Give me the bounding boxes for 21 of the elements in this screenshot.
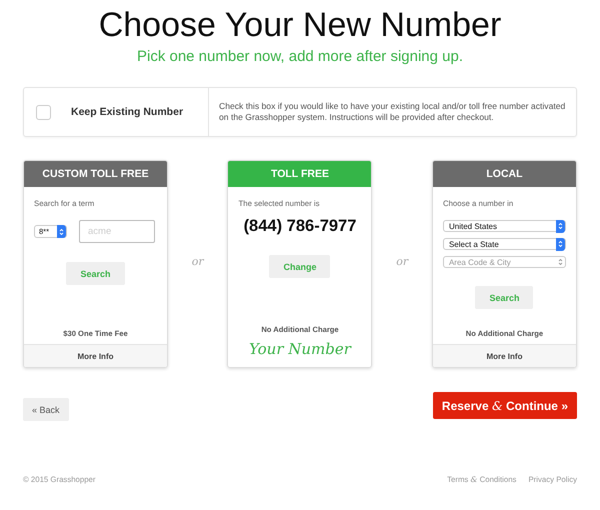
or-separator: or: [192, 255, 204, 268]
description-text: Check this box if you would like to have your existing local and/or toll free number activated on the Grasshopper system. Instructions will be provided after checkout.: [218, 101, 566, 123]
more-info-link[interactable]: More Info: [24, 344, 167, 367]
page-subtitle: Pick one number now, add more after signing up.: [136, 48, 464, 65]
page-title: Choose Your New Number: [98, 6, 502, 44]
dropdown[interactable]: Select a State: [442, 238, 566, 250]
card-header: CUSTOM TOLL FREE: [24, 161, 167, 187]
handwritten-note: Your Number: [248, 340, 352, 360]
stepper-icon: [57, 225, 66, 238]
checkbox-label: Keep Existing Number: [71, 106, 184, 118]
continue-button[interactable]: Reserve & Continue »: [432, 392, 577, 419]
card-header: TOLL FREE: [228, 161, 372, 187]
phone-number: (844) 786-7977: [242, 217, 358, 236]
dropdown[interactable]: United States: [442, 220, 566, 232]
more-info-link[interactable]: More Info: [432, 344, 576, 367]
card-header: LOCAL: [432, 161, 576, 187]
or-separator: or: [396, 255, 408, 268]
back-button[interactable]: « Back: [23, 398, 69, 421]
stepper-icon: [556, 220, 565, 232]
stepper-icon: [556, 238, 565, 250]
checkbox[interactable]: [36, 104, 51, 120]
